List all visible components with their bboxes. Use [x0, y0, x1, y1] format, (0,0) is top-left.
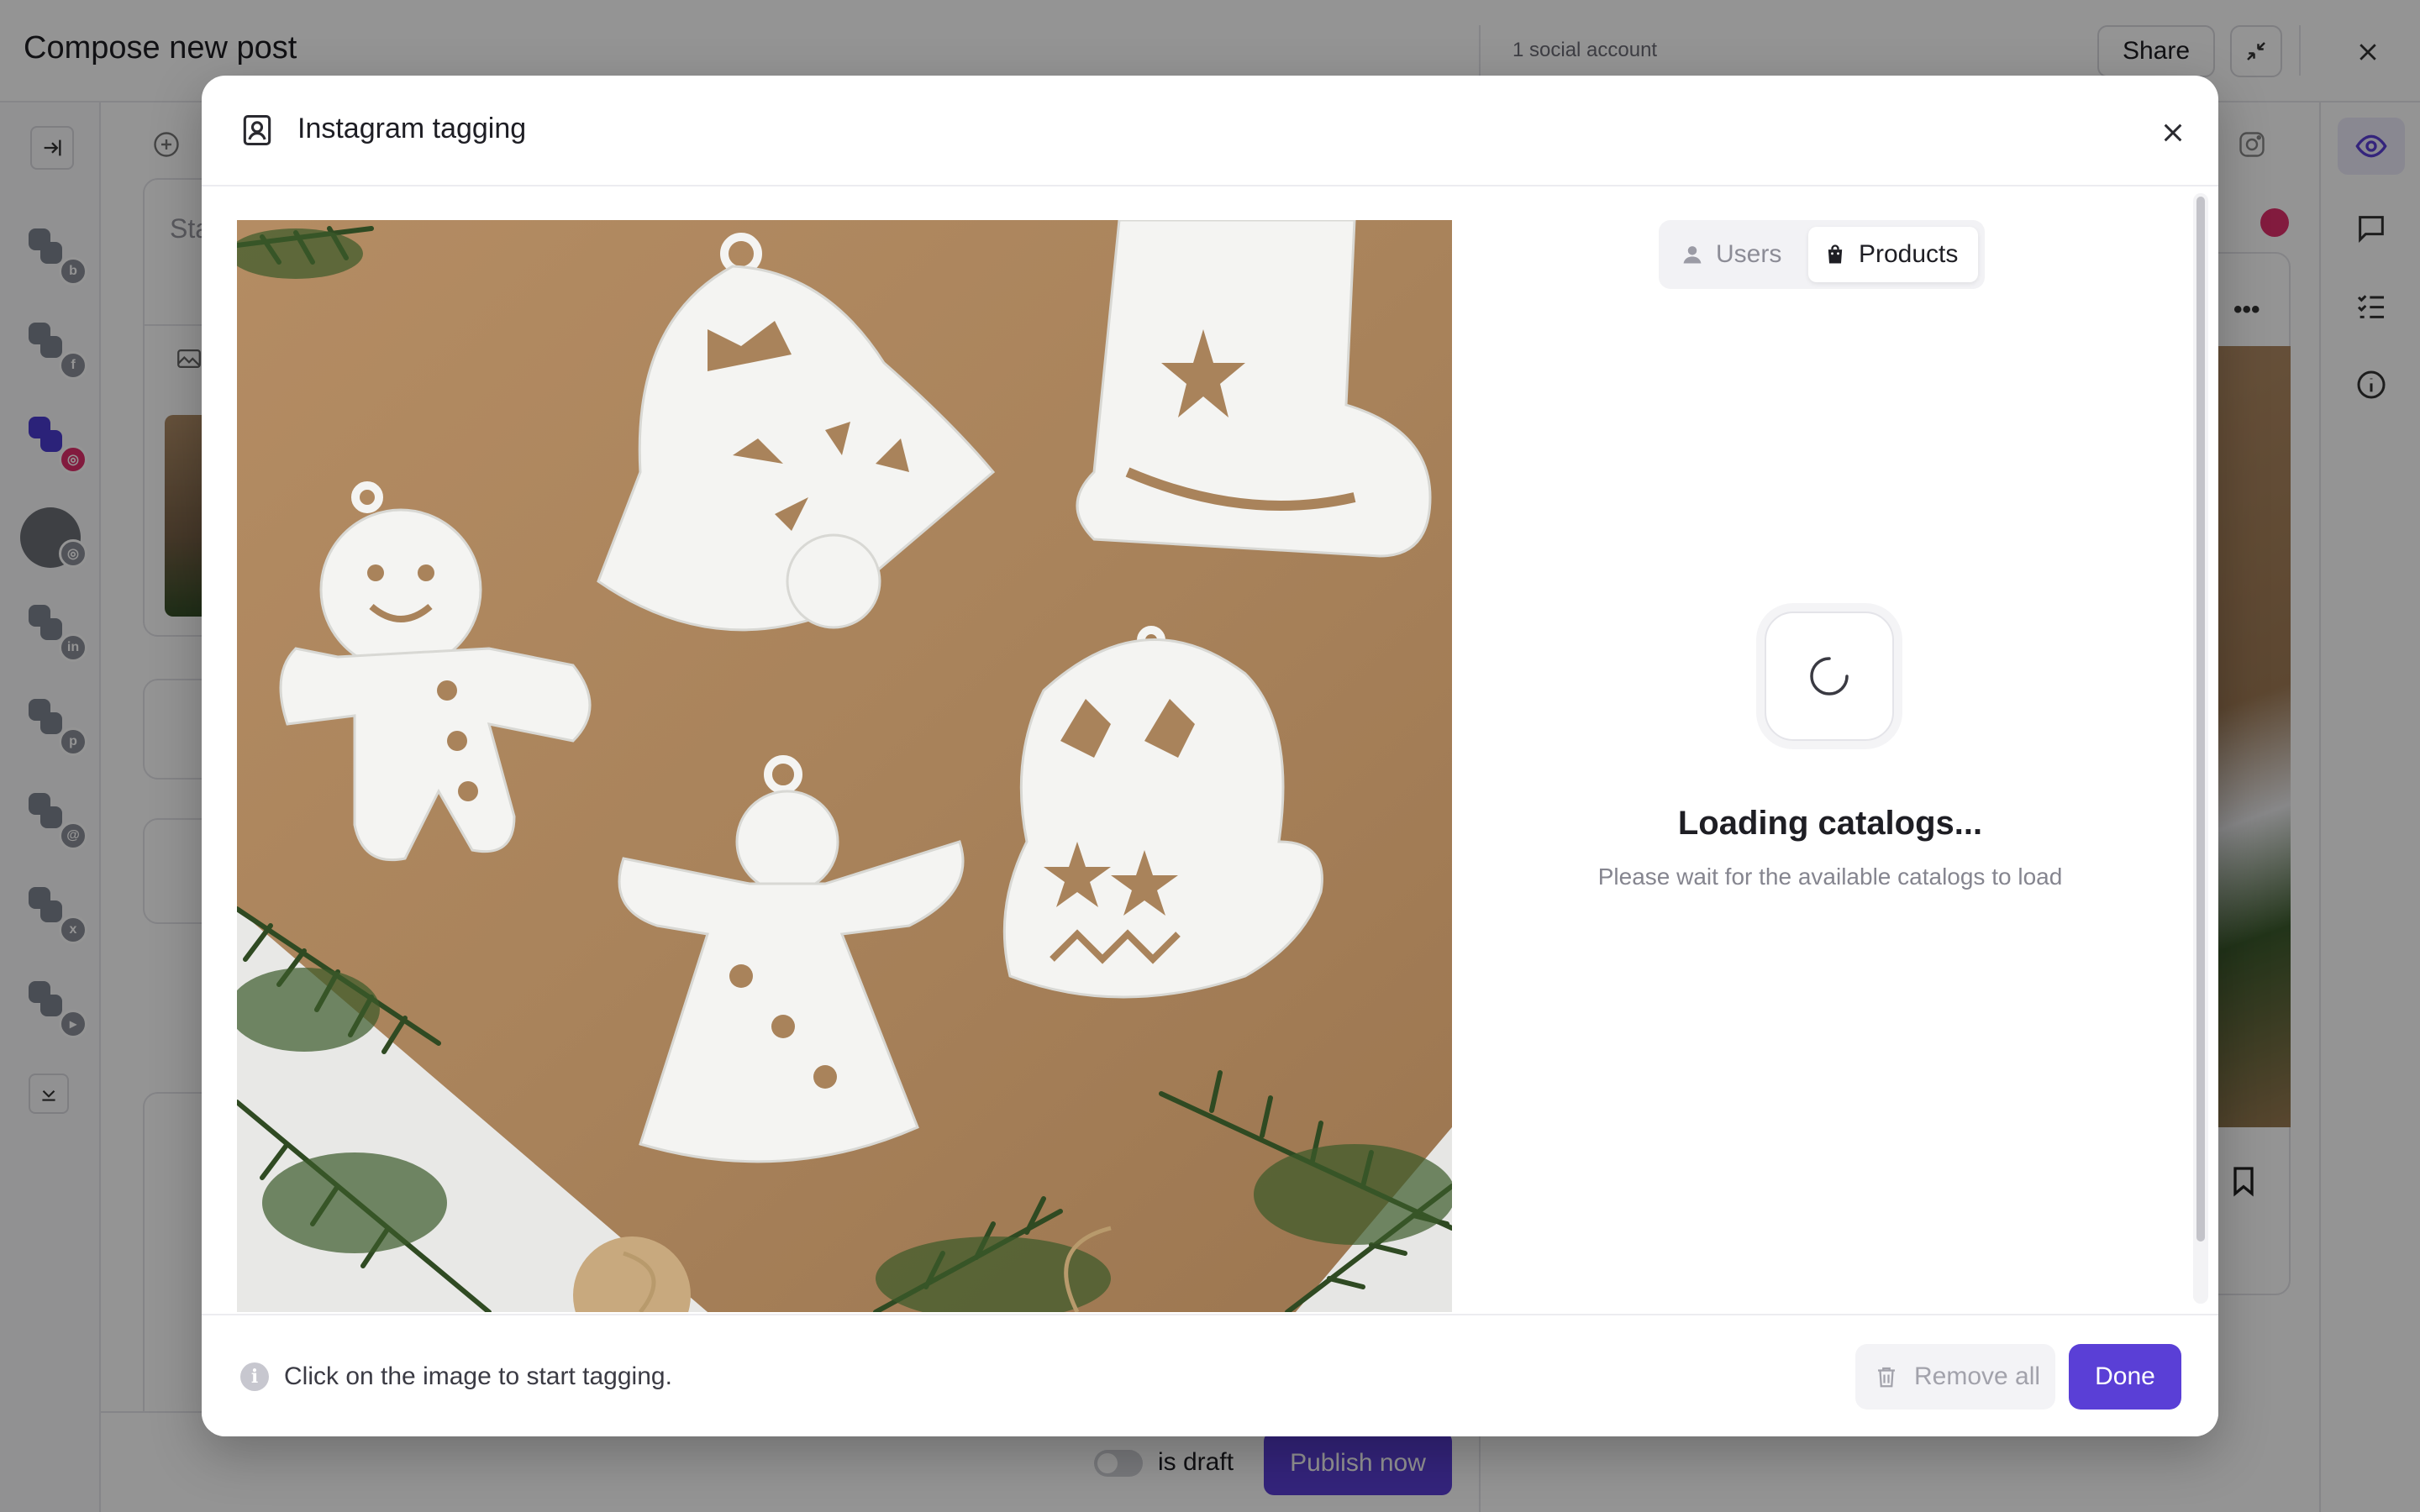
- tab-products[interactable]: Products: [1808, 227, 1978, 282]
- tag-type-switch: Users Products: [1659, 220, 1985, 289]
- modal-scrollbar-thumb[interactable]: [2196, 197, 2205, 1242]
- loading-subtitle: Please wait for the available catalogs t…: [1597, 864, 2063, 890]
- info-icon: i: [240, 1362, 269, 1391]
- spinner-icon: [1810, 657, 1849, 696]
- instagram-tagging-modal: Instagram tagging Users Products Loading…: [202, 76, 2218, 1436]
- tab-users-label: Users: [1716, 240, 1782, 268]
- loading-title: Loading catalogs...: [1677, 805, 1983, 842]
- ornaments-photo: [237, 220, 1452, 1312]
- modal-header: Instagram tagging: [202, 76, 2218, 186]
- user-tag-icon: [243, 114, 271, 146]
- loading-spinner: [1765, 612, 1894, 741]
- tagging-hint: Click on the image to start tagging.: [284, 1362, 672, 1390]
- tab-users[interactable]: Users: [1665, 227, 1805, 282]
- done-button[interactable]: Done: [2069, 1344, 2181, 1410]
- user-icon: [1681, 243, 1704, 266]
- remove-all-label: Remove all: [1914, 1362, 2041, 1390]
- close-modal-button[interactable]: [2149, 109, 2196, 156]
- modal-title: Instagram tagging: [297, 113, 527, 144]
- remove-all-button[interactable]: Remove all: [1855, 1344, 2055, 1410]
- trash-icon: [1874, 1363, 1899, 1390]
- shopping-bag-icon: [1823, 243, 1847, 266]
- modal-footer: i Click on the image to start tagging. R…: [202, 1314, 2218, 1436]
- tab-products-label: Products: [1859, 240, 1959, 268]
- tagging-image[interactable]: [237, 220, 1452, 1312]
- close-icon: [2164, 123, 2182, 142]
